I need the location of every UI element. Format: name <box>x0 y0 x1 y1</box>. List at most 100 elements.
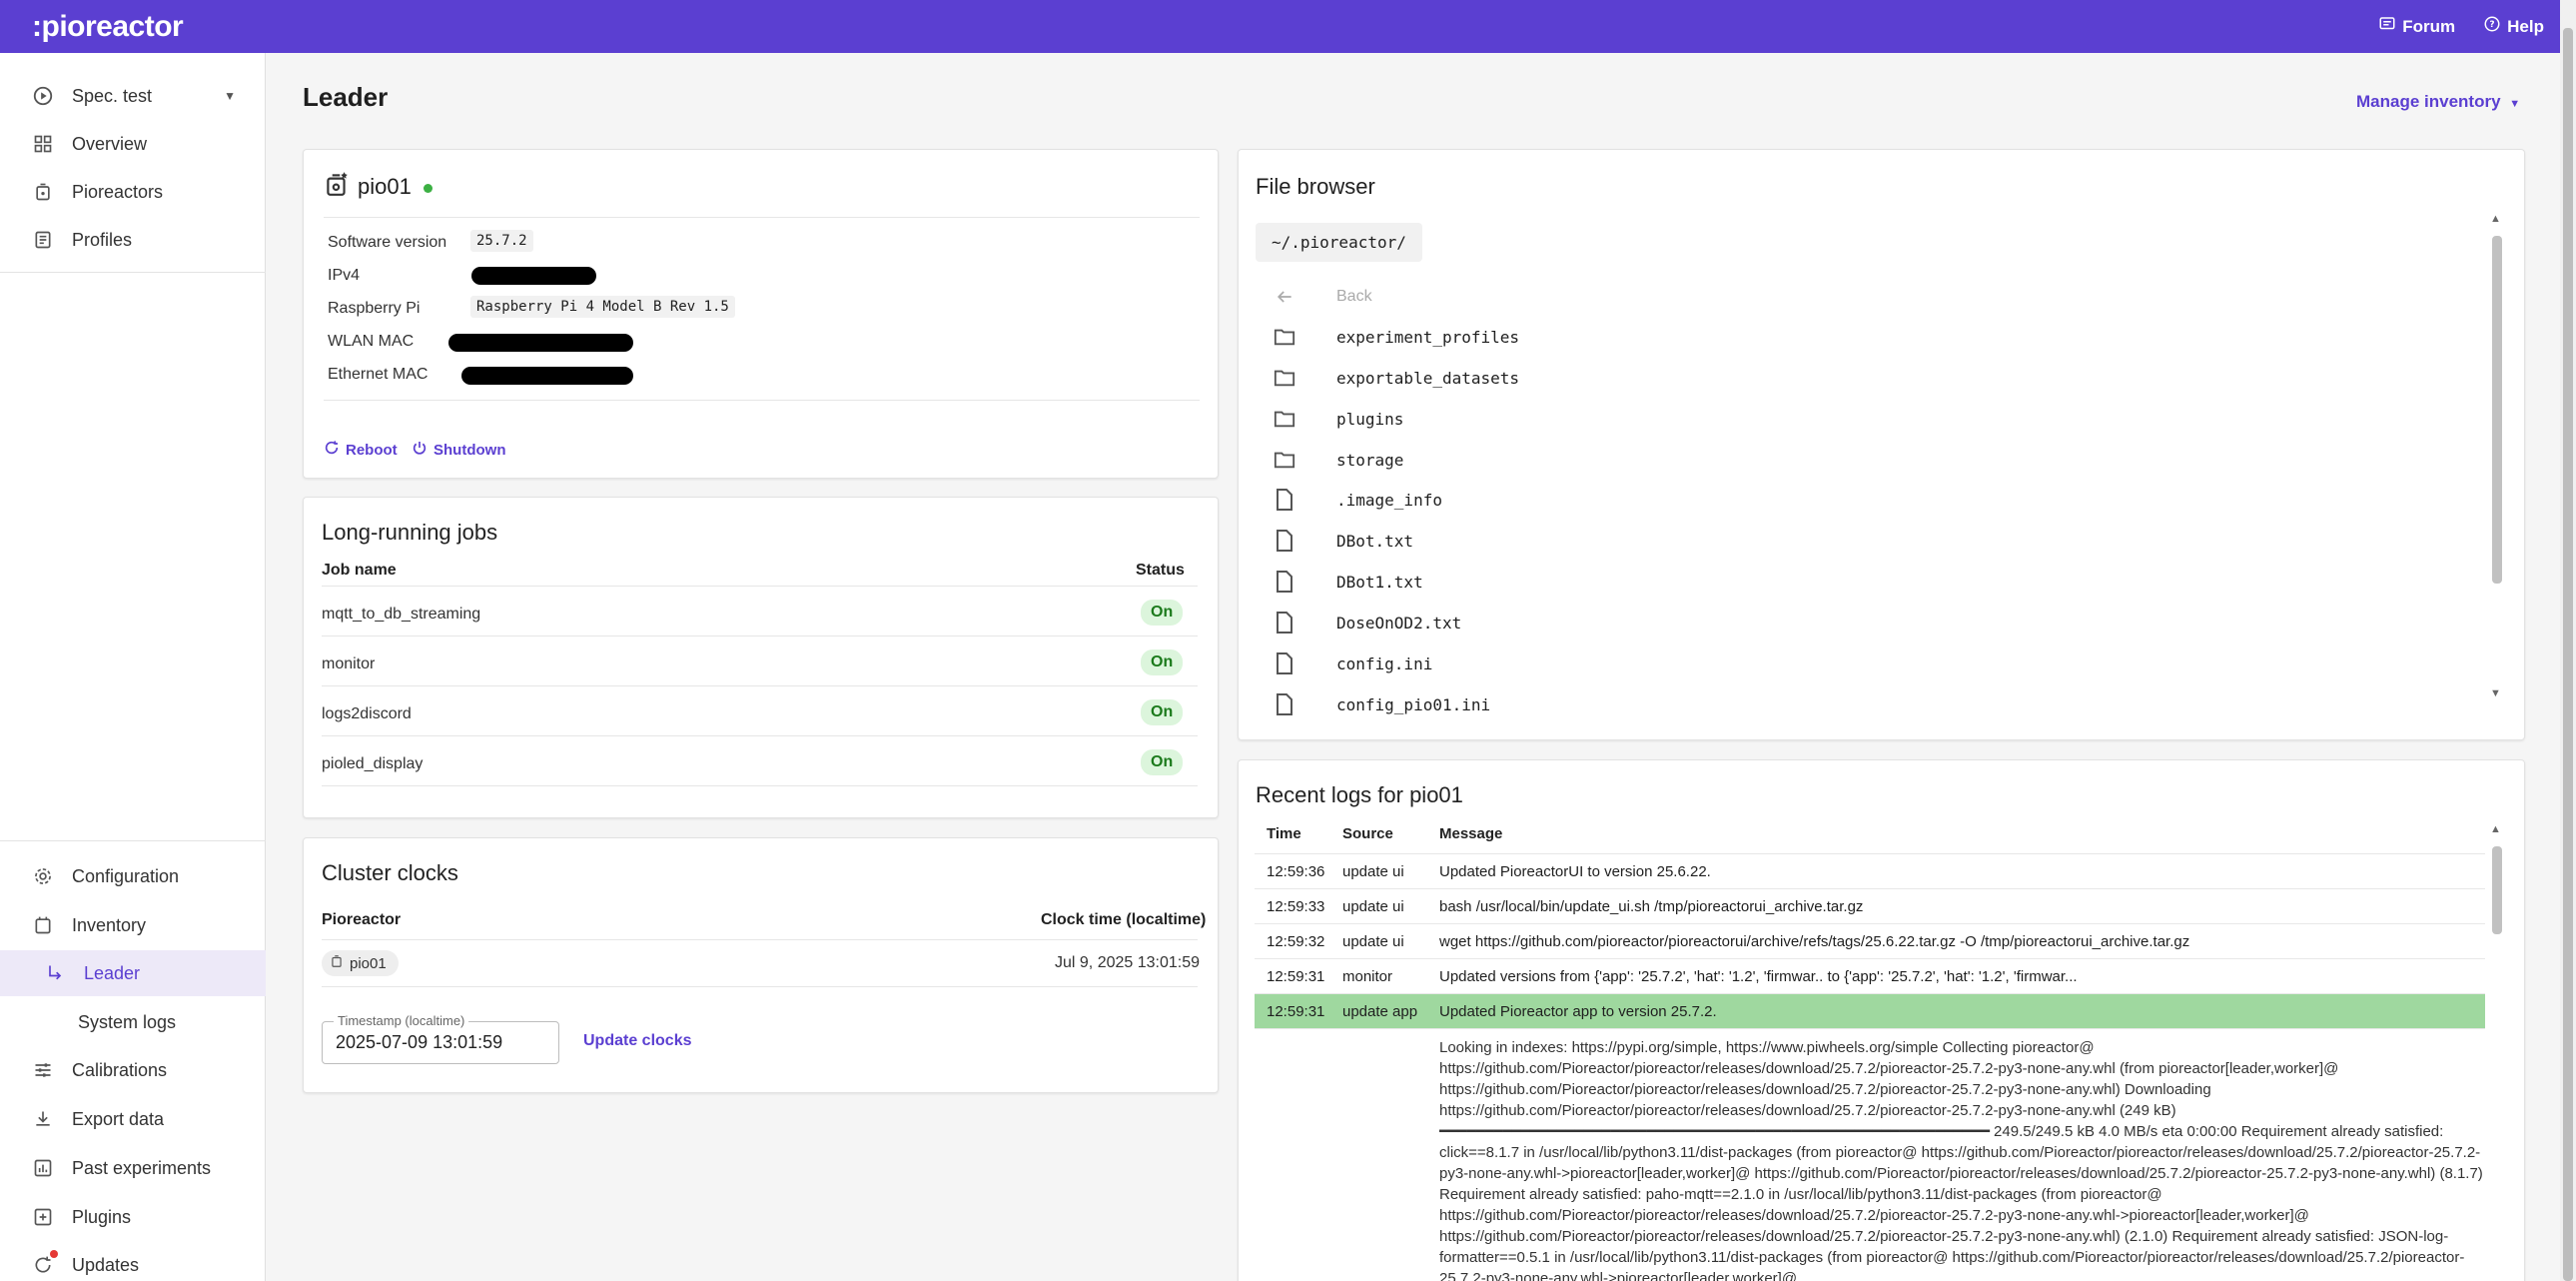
file-entry[interactable]: experiment_profiles <box>1273 317 1519 357</box>
scroll-up-arrow[interactable]: ▲ <box>2490 823 2501 835</box>
redacted-ethernet-mac <box>461 367 633 385</box>
play-circle-icon <box>32 85 54 107</box>
file-entry[interactable]: DBot1.txt <box>1273 562 1423 602</box>
back-button[interactable]: Back <box>1273 277 1372 317</box>
clock-time-value: Jul 9, 2025 13:01:59 <box>1055 954 1201 971</box>
sidebar-item-configuration[interactable]: Configuration <box>0 853 266 899</box>
file-entry[interactable]: plugins <box>1273 399 1403 439</box>
page-scrollbar-thumb[interactable] <box>2563 28 2573 1281</box>
tune-icon <box>32 1059 54 1081</box>
help-icon: ? <box>2483 15 2501 38</box>
shutdown-button[interactable]: Shutdown <box>412 440 505 460</box>
sidebar-item-leader[interactable]: Leader <box>0 950 266 996</box>
scroll-up-arrow[interactable]: ▲ <box>2490 213 2501 225</box>
experiment-selector[interactable]: Spec. test ▼ <box>0 73 266 119</box>
job-name: monitor <box>322 655 376 672</box>
timestamp-label: Timestamp (localtime) <box>334 1013 469 1028</box>
redacted-wlan-mac <box>448 334 633 352</box>
sidebar-item-overview[interactable]: Overview <box>0 121 266 167</box>
inventory-icon <box>32 914 54 936</box>
sidebar-item-pioreactors[interactable]: Pioreactors <box>0 169 266 215</box>
leader-name: pio01 <box>358 173 412 199</box>
sidebar-item-label: Profiles <box>72 229 133 250</box>
file-browser-scrollbar[interactable] <box>2492 236 2502 584</box>
sidebar-item-inventory[interactable]: Inventory <box>0 902 266 948</box>
log-row: 12:59:33 update ui bash /usr/local/bin/u… <box>1255 889 2485 924</box>
chevron-down-icon: ▼ <box>2509 98 2521 110</box>
update-clocks-button[interactable]: Update clocks <box>583 1032 691 1050</box>
svg-text:?: ? <box>2490 20 2495 30</box>
leader-unit-icon <box>324 170 350 203</box>
sidebar-item-label: Past experiments <box>72 1157 212 1178</box>
redacted-ipv4 <box>471 267 596 285</box>
divider <box>322 939 1198 940</box>
help-label: Help <box>2507 16 2544 36</box>
folder-icon <box>1273 450 1296 470</box>
file-entry[interactable]: DoseOnOD2.txt <box>1273 603 1461 642</box>
source-header: Source <box>1342 825 1393 842</box>
divider <box>322 986 1198 987</box>
sidebar-item-profiles[interactable]: Profiles <box>0 217 266 263</box>
bioreactor-icon <box>32 181 54 203</box>
forum-link[interactable]: Forum <box>2378 15 2455 38</box>
file-name: DBot.txt <box>1336 531 1414 551</box>
log-row: 12:59:32 update ui wget https://github.c… <box>1255 924 2485 959</box>
power-icon <box>412 440 428 460</box>
file-name: .image_info <box>1336 490 1442 510</box>
sidebar-item-label: Plugins <box>72 1206 132 1227</box>
sidebar-item-label: Configuration <box>72 865 180 886</box>
top-bar: :pioreactor Forum ? Help <box>0 0 2576 53</box>
pioreactor-header: Pioreactor <box>322 911 402 928</box>
status-header: Status <box>1136 562 1185 579</box>
scroll-down-arrow[interactable]: ▼ <box>2490 687 2501 699</box>
status-badge: On <box>1141 600 1184 626</box>
sidebar-item-label: Inventory <box>72 914 147 935</box>
timestamp-value: 2025-07-09 13:01:59 <box>336 1032 503 1052</box>
divider <box>322 636 1198 637</box>
arrow-left-icon <box>1273 287 1296 307</box>
sidebar-item-past-experiments[interactable]: Past experiments <box>0 1145 266 1191</box>
sidebar-item-calibrations[interactable]: Calibrations <box>0 1047 266 1093</box>
file-entry[interactable]: DBot.txt <box>1273 521 1413 561</box>
unit-name: pio01 <box>350 954 387 972</box>
time-header: Time <box>1267 825 1301 842</box>
manage-inventory-button[interactable]: Manage inventory ▼ <box>2356 92 2520 112</box>
sidebar: Spec. test ▼ Overview Pioreactors Profil… <box>0 53 266 1281</box>
update-icon <box>32 1250 58 1276</box>
download-icon <box>32 1108 54 1130</box>
status-badge: On <box>1141 699 1184 725</box>
recent-logs-card: Recent logs for pio01 Time Source Messag… <box>1238 759 2525 1281</box>
file-entry[interactable]: config_pio01.ini <box>1273 684 1490 724</box>
file-icon <box>1273 571 1296 593</box>
app-logo[interactable]: :pioreactor <box>32 10 184 44</box>
file-entry[interactable]: .image_info <box>1273 480 1442 520</box>
chevron-down-icon: ▼ <box>224 89 236 103</box>
file-name: config_pio01.ini <box>1336 694 1491 714</box>
divider <box>324 217 1200 218</box>
bioreactor-icon <box>330 954 344 972</box>
logs-scrollbar[interactable] <box>2492 846 2502 934</box>
long-running-jobs-card: Long-running jobs Job name Status mqtt_t… <box>303 497 1219 818</box>
file-browser-title: File browser <box>1256 174 1375 199</box>
file-entry[interactable]: config.ini <box>1273 643 1432 683</box>
online-status-dot <box>423 184 432 193</box>
reboot-button[interactable]: Reboot <box>324 440 398 460</box>
sidebar-item-export-data[interactable]: Export data <box>0 1096 266 1142</box>
file-entry[interactable]: exportable_datasets <box>1273 358 1519 398</box>
manage-inventory-label: Manage inventory <box>2356 92 2501 111</box>
unit-chip[interactable]: pio01 <box>322 950 399 976</box>
log-row: 12:59:31 monitor Updated versions from {… <box>1255 959 2485 994</box>
divider <box>322 735 1198 736</box>
sidebar-item-updates[interactable]: Updates <box>0 1242 266 1281</box>
sidebar-item-label: Updates <box>72 1254 140 1275</box>
folder-icon <box>1273 409 1296 429</box>
ethernet-mac-label: Ethernet MAC <box>328 366 429 383</box>
help-link[interactable]: ? Help <box>2483 15 2544 38</box>
sidebar-item-label: System logs <box>78 1011 177 1032</box>
sidebar-item-plugins[interactable]: Plugins <box>0 1194 266 1240</box>
clocks-title: Cluster clocks <box>322 860 458 885</box>
reboot-label: Reboot <box>346 441 398 459</box>
file-entry[interactable]: storage <box>1273 440 1403 480</box>
job-name: mqtt_to_db_streaming <box>322 606 481 623</box>
sidebar-item-system-logs[interactable]: System logs <box>0 999 266 1045</box>
